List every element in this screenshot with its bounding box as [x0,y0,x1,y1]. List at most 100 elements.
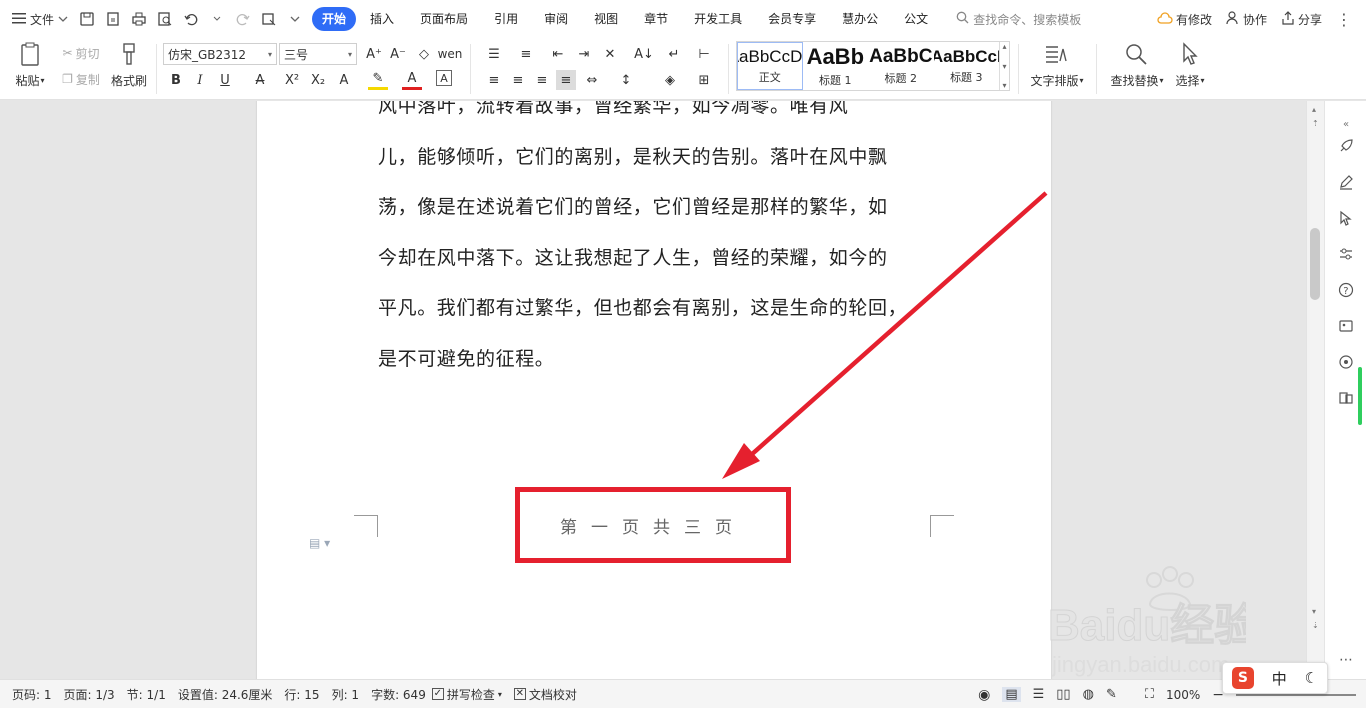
more-dropdown-icon[interactable] [284,8,306,30]
cursor-icon[interactable] [1335,207,1357,229]
read-mode-icon[interactable]: ▯▯ [1056,687,1070,702]
page-view-icon[interactable]: ▤ [1002,687,1021,702]
find-replace-icon[interactable] [1116,40,1156,68]
subscript-icon[interactable]: X₂ [308,70,328,90]
scroll-down-icon[interactable]: ▾ [1312,607,1316,616]
undo-dropdown-icon[interactable] [206,8,228,30]
print-preview-icon[interactable] [154,8,176,30]
spellcheck-button[interactable]: ✓ 拼写检查 ▾ [431,686,502,703]
page-count[interactable]: 页面: 1/3 [64,686,115,703]
section-info[interactable]: 节: 1/1 [127,686,166,703]
collab-button[interactable]: 协作 [1226,10,1267,28]
share-button[interactable]: 分享 [1281,10,1322,28]
char-border-icon[interactable]: A [436,70,452,86]
superscript-icon[interactable]: X² [282,70,302,90]
align-left-icon[interactable]: ≡ [484,70,504,90]
format-painter-icon[interactable] [112,40,146,68]
shading-icon[interactable]: ◈ [660,70,680,90]
collapse-panel-icon[interactable]: « [1335,113,1357,135]
copy-button[interactable]: ❐ 复制 [56,70,106,88]
find-replace-button[interactable]: 查找替换 ▾ [1104,71,1170,89]
translate-icon[interactable] [1335,387,1357,409]
write-mode-icon[interactable]: ✎ [1106,687,1117,702]
format-clear-icon[interactable] [258,8,280,30]
shrink-font-icon[interactable]: A⁻ [388,44,408,64]
style-normal[interactable]: AaBbCcDd 正文 [737,42,803,90]
command-search[interactable]: 查找命令、搜索模板 [956,11,1081,28]
outline-view-icon[interactable]: ☰ [1033,687,1045,702]
page-number[interactable]: 页码: 1 [12,686,52,703]
line-spacing-icon[interactable]: ↕ [616,70,636,90]
align-right-icon[interactable]: ≡ [532,70,552,90]
redo-icon[interactable] [232,8,254,30]
justify-icon[interactable]: ≡ [556,70,576,90]
cut-button[interactable]: ✂ 剪切 [56,44,106,62]
scroll-up-icon[interactable]: ▴ [1312,105,1316,114]
scroll-top-icon[interactable]: ⇡ [1312,119,1319,128]
bullet-list-icon[interactable]: ☰ [484,44,504,64]
location-icon[interactable] [1335,351,1357,373]
eye-protection-icon[interactable]: ◉ [978,687,990,703]
show-marks-icon[interactable]: ↵ [664,44,684,64]
ime-toolbar[interactable]: S 中 ☾ [1222,662,1328,694]
tab-member[interactable]: 会员专享 [756,7,828,31]
align-center-icon[interactable]: ≡ [508,70,528,90]
select-button[interactable]: 选择 ▾ [1168,71,1212,89]
moon-icon[interactable]: ☾ [1305,669,1318,687]
more-options-icon[interactable]: ⋮ [1336,10,1352,29]
distribute-icon[interactable]: ⇔ [582,70,602,90]
tab-stops-icon[interactable]: ⊢ [694,44,714,64]
export-pdf-icon[interactable] [102,8,124,30]
tab-review[interactable]: 审阅 [532,7,580,31]
ime-mode[interactable]: 中 [1272,668,1287,689]
tab-references[interactable]: 引用 [482,7,530,31]
help-icon[interactable]: ? [1335,279,1357,301]
increase-indent-icon[interactable]: ⇥ [574,44,594,64]
style-heading-1[interactable]: AaBb 标题 1 [803,42,869,90]
more-options-icon[interactable]: ⋯ [1335,649,1357,671]
tab-chapter[interactable]: 章节 [632,7,680,31]
highlight-icon[interactable]: ✎ [368,70,388,90]
web-view-icon[interactable]: ◍ [1083,687,1094,702]
pen-icon[interactable] [1335,171,1357,193]
chinese-layout-icon[interactable]: ✕ [600,44,620,64]
style-heading-2[interactable]: AaBbC 标题 2 [868,42,934,90]
phonetic-icon[interactable]: wen [438,44,463,64]
tab-view[interactable]: 视图 [582,7,630,31]
sogou-logo-icon[interactable]: S [1231,667,1254,689]
sort-icon[interactable]: A↓ [634,44,654,64]
text-layout-button[interactable]: 文字排版 ▾ [1024,71,1090,89]
text-layout-icon[interactable] [1036,40,1076,68]
vertical-scrollbar[interactable]: ▴ ⇡ ▾ ⇣ [1306,101,1324,679]
undo-icon[interactable] [180,8,202,30]
text-effect-icon[interactable]: A [334,70,354,90]
font-size-select[interactable]: 三号 ▾ [279,43,357,65]
underline-icon[interactable]: U [215,70,235,90]
decrease-indent-icon[interactable]: ⇤ [548,44,568,64]
tab-home[interactable]: 开始 [312,7,357,31]
format-painter-label[interactable]: 格式刷 [106,71,152,89]
modified-button[interactable]: 有修改 [1157,11,1212,28]
tab-smart-office[interactable]: 慧办公 [830,7,890,31]
fit-page-icon[interactable]: ⛶ [1145,687,1154,702]
paste-button[interactable]: 粘贴 ▾ [8,71,52,89]
font-color-icon[interactable]: A [402,70,422,90]
tab-official-docs[interactable]: 公文 [892,7,940,31]
scroll-bottom-icon[interactable]: ⇣ [1312,621,1319,630]
sliders-icon[interactable] [1335,243,1357,265]
font-name-select[interactable]: 仿宋_GB2312 ▾ [163,43,277,65]
image-icon[interactable] [1335,315,1357,337]
save-icon[interactable] [76,8,98,30]
bold-icon[interactable]: B [166,70,186,90]
style-heading-3[interactable]: AaBbCcI 标题 3 [934,42,1000,90]
tab-developer[interactable]: 开发工具 [682,7,754,31]
styles-scroll[interactable]: ▴ ▾ ▾ [999,42,1009,90]
scroll-thumb[interactable] [1310,228,1320,300]
select-cursor-icon[interactable] [1172,40,1208,68]
position-setting[interactable]: 设置值: 24.6厘米 [178,686,273,703]
numbered-list-icon[interactable]: ≡ [516,44,536,64]
tab-insert[interactable]: 插入 [358,7,406,31]
rocket-icon[interactable] [1335,135,1357,157]
italic-icon[interactable]: I [190,70,210,90]
strikethrough-icon[interactable]: A [250,70,270,90]
